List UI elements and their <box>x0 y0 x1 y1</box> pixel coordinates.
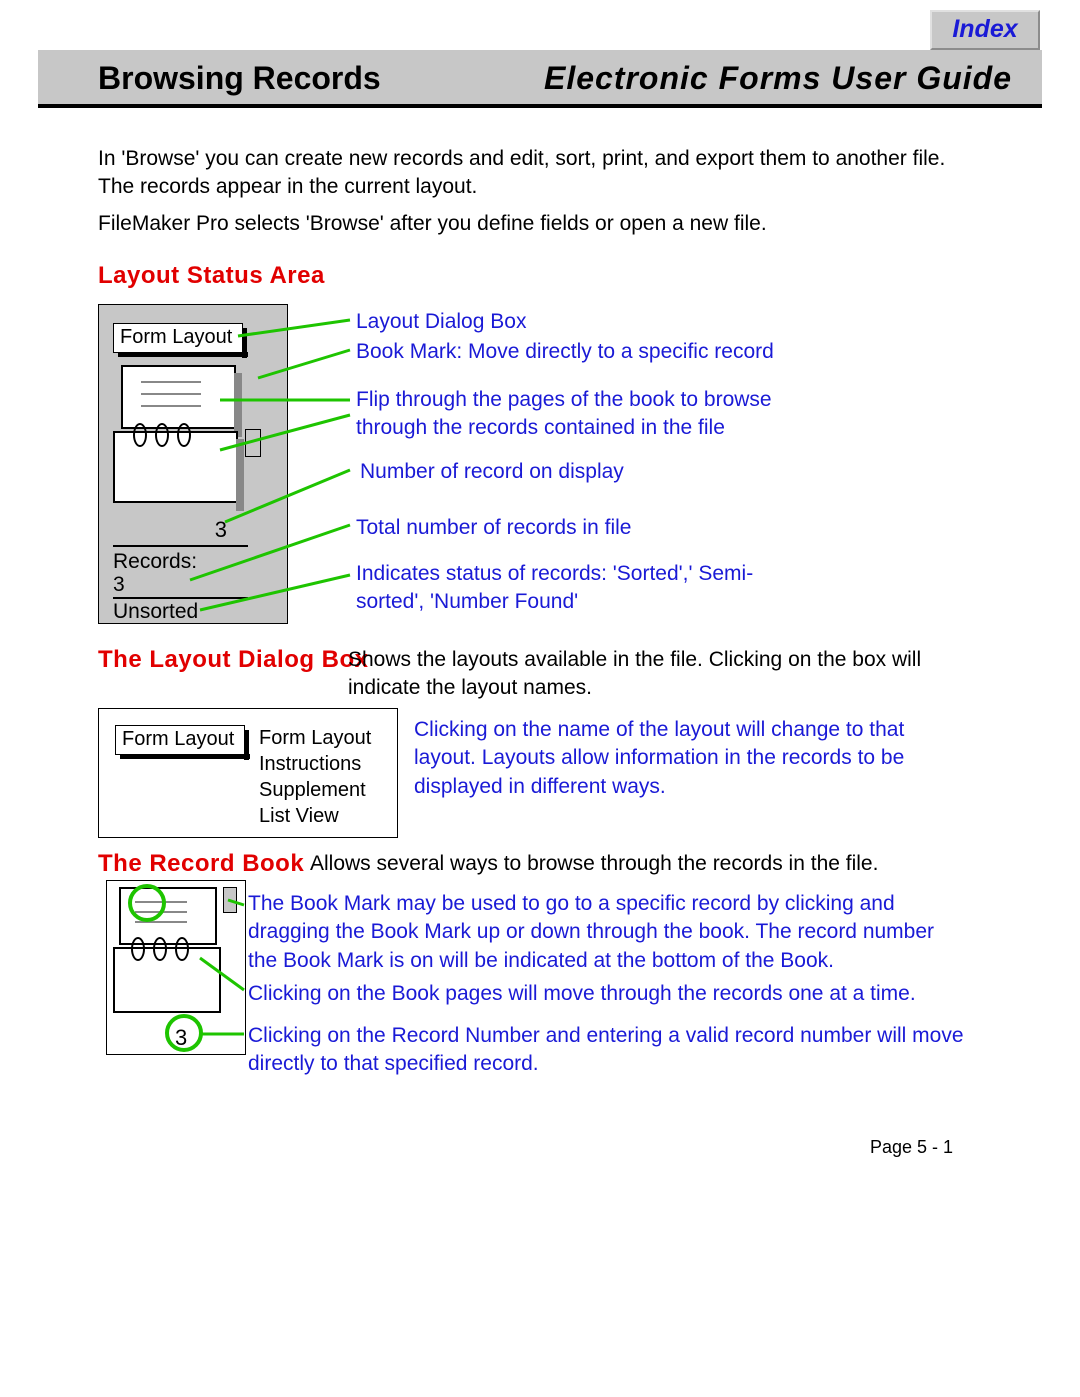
section-title: Browsing Records <box>98 60 381 97</box>
status-panel: Form Layout 3 Records: 3 Unsorted <box>98 304 288 624</box>
list-item[interactable]: Form Layout <box>259 725 371 751</box>
highlight-circle <box>165 1014 203 1052</box>
record-book-icon[interactable] <box>113 365 263 515</box>
callout-layout-dialog: Layout Dialog Box <box>356 308 526 336</box>
guide-title: Electronic Forms User Guide <box>544 60 1012 97</box>
page-number: Page 5 - 1 <box>870 1135 953 1159</box>
heading-layout-dialog: The Layout Dialog Box <box>98 646 369 674</box>
dialog-layout-list[interactable]: Form Layout Instructions Supplement List… <box>259 725 371 829</box>
records-count: 3 <box>113 573 125 597</box>
heading-record-book: The Record Book <box>98 850 304 878</box>
page-header: Browsing Records Electronic Forms User G… <box>38 50 1042 108</box>
dialog-description: Shows the layouts available in the file.… <box>348 646 958 703</box>
index-button[interactable]: Index <box>930 10 1040 50</box>
list-item[interactable]: Instructions <box>259 751 371 777</box>
callout-record-number: Number of record on display <box>360 458 624 486</box>
sort-status: Unsorted <box>113 600 198 624</box>
records-label: Records: <box>113 550 197 574</box>
book-rings <box>133 423 199 452</box>
callout-flip-pages: Flip through the pages of the book to br… <box>356 386 776 443</box>
intro-paragraph-2: FileMaker Pro selects 'Browse' after you… <box>98 210 968 238</box>
dialog-layout-button[interactable]: Form Layout <box>115 725 245 755</box>
heading-layout-status: Layout Status Area <box>98 262 325 290</box>
layout-dropdown[interactable]: Form Layout <box>113 323 243 353</box>
book-note-record-number: Clicking on the Record Number and enteri… <box>248 1022 968 1079</box>
list-item[interactable]: Supplement <box>259 777 371 803</box>
book-note-bookmark: The Book Mark may be used to go to a spe… <box>248 890 968 975</box>
book-note-pages: Clicking on the Book pages will move thr… <box>248 980 968 1008</box>
callout-bookmark: Book Mark: Move directly to a specific r… <box>356 338 774 366</box>
bookmark-icon[interactable] <box>223 887 237 913</box>
dialog-note: Clicking on the name of the layout will … <box>414 716 954 801</box>
callout-sort-status: Indicates status of records: 'Sorted',' … <box>356 560 796 617</box>
bookmark-icon[interactable] <box>245 429 261 457</box>
record-book-description: Allows several ways to browse through th… <box>310 850 950 878</box>
highlight-circle <box>128 884 166 922</box>
book-top-page <box>121 365 236 429</box>
intro-paragraph-1: In 'Browse' you can create new records a… <box>98 145 968 202</box>
list-item[interactable]: List View <box>259 803 371 829</box>
dialog-illustration: Form Layout Form Layout Instructions Sup… <box>98 708 398 838</box>
current-record-number[interactable]: 3 <box>157 517 227 543</box>
callout-total-records: Total number of records in file <box>356 514 631 542</box>
